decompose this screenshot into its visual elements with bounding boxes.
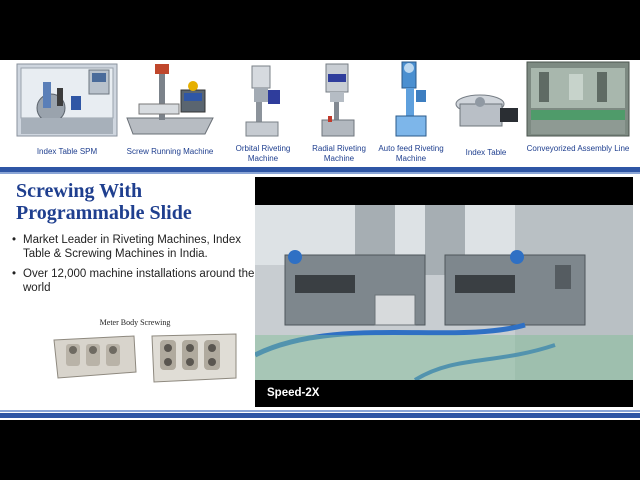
machine-conveyorized-line: Conveyorized Assembly Line [523,60,633,153]
bullet-item: • Market Leader in Riveting Machines, In… [10,233,255,261]
header-divider [0,167,640,172]
slide: Index Table SPM Screw Running Machine Or… [0,60,640,420]
bullet-dot-icon: • [12,234,17,246]
slide-title: Screwing With Programmable Slide [16,180,246,224]
radial-riveting-machine-image [321,63,355,137]
machine-screw-running: Screw Running Machine [120,60,220,156]
bullet-item: • Over 12,000 machine installations arou… [10,267,255,295]
meter-body-caption: Meter Body Screwing [99,318,171,327]
bullet-dot-icon: • [12,268,17,280]
bullet-text: Over 12,000 machine installations around… [23,268,255,294]
machine-label: Conveyorized Assembly Line [526,144,630,153]
machine-gallery: Index Table SPM Screw Running Machine Or… [0,60,640,170]
slide-title-line1: Screwing With [16,180,143,202]
video-speed-label: Speed-2X [267,387,320,399]
header-divider-light [0,172,640,174]
bullet-text: Market Leader in Riveting Machines, Inde… [23,234,241,260]
machine-index-table: Index Table [448,60,524,157]
footer-divider [0,413,640,418]
machine-label: Orbital Riveting Machine [235,144,291,163]
autofeed-riveting-machine-image [395,61,427,137]
index-table-image [455,94,518,127]
machine-orbital-riveting: Orbital Riveting Machine [236,60,290,163]
meter-body-part-image [53,335,137,379]
conveyorized-assembly-line-image [526,61,630,137]
machine-autofeed-riveting: Auto feed Riveting Machine [378,60,444,163]
video-frame[interactable] [255,205,633,380]
orbital-riveting-machine-image [245,65,280,137]
footer-divider-light [0,410,640,412]
machine-label: Screw Running Machine [126,147,214,156]
video-player[interactable]: Speed-2X [255,177,633,407]
machine-index-table-spm: Index Table SPM [14,60,120,156]
machine-radial-riveting: Radial Riveting Machine [312,60,366,163]
index-table-spm-image [16,63,118,137]
screw-running-machine-image [126,64,214,135]
slide-title-line2: Programmable Slide [16,202,192,224]
bullet-list: • Market Leader in Riveting Machines, In… [10,233,255,301]
meter-body-part-screwed-image [151,333,237,383]
